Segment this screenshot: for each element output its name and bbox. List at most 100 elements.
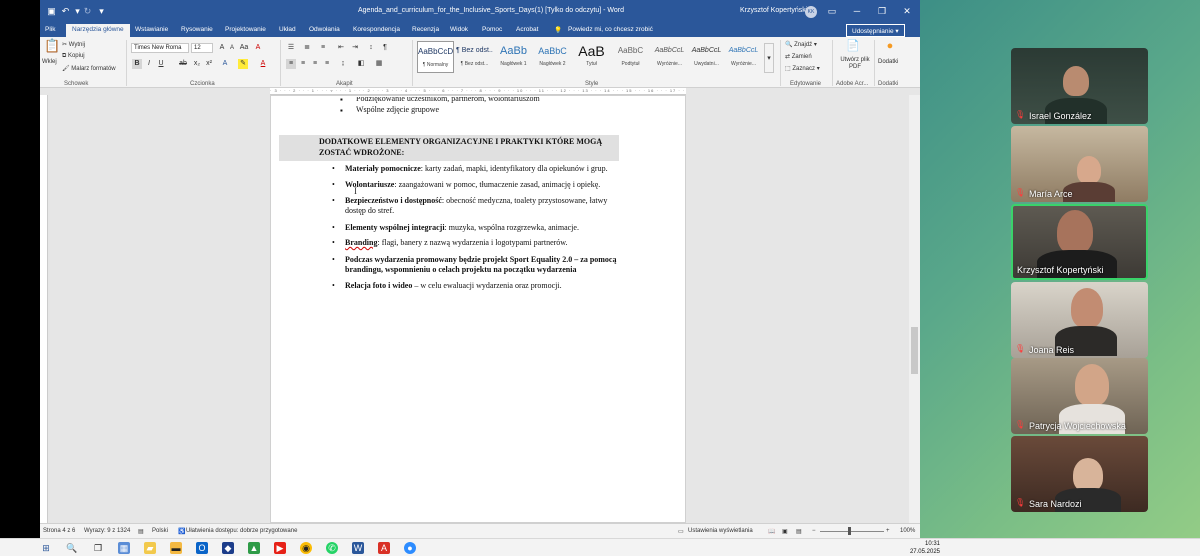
read-mode-icon[interactable]: 📖 bbox=[768, 528, 775, 535]
numbering-icon[interactable]: ≣ bbox=[302, 43, 312, 53]
align-right-icon[interactable]: ≡ bbox=[310, 59, 320, 69]
calculator-icon[interactable]: ▦ bbox=[118, 542, 130, 554]
chrome-icon[interactable]: ◉ bbox=[300, 542, 312, 554]
justify-icon[interactable]: ≡ bbox=[322, 59, 332, 69]
replace-button[interactable]: ⇄ Zamień bbox=[785, 53, 812, 60]
accessibility-status[interactable]: Ułatwienia dostępu: dobrze przygotowane bbox=[186, 528, 297, 534]
vertical-ruler[interactable] bbox=[40, 95, 48, 523]
system-clock[interactable]: 10:31 27.05.2025 bbox=[880, 540, 940, 556]
shrink-font-icon[interactable]: A bbox=[227, 43, 237, 53]
undo-icon[interactable]: ↶ bbox=[60, 6, 71, 17]
style-no-spacing[interactable]: ¶ Bez odst... ¶ Bez odst... bbox=[456, 41, 493, 73]
youtube-icon[interactable]: ▶ bbox=[274, 542, 286, 554]
style-title[interactable]: AaB Tytuł bbox=[573, 41, 610, 73]
display-settings[interactable]: Ustawienia wyświetlania bbox=[688, 528, 753, 534]
paste-icon[interactable]: 📋 bbox=[44, 39, 60, 57]
font-name-box[interactable]: Times New Roma bbox=[131, 43, 189, 53]
underline-icon[interactable]: U bbox=[156, 59, 166, 69]
language[interactable]: Polski bbox=[152, 528, 168, 534]
line-spacing-icon[interactable]: ↨ bbox=[338, 59, 348, 69]
participant-tile[interactable]: 🎙 Joana Reis bbox=[1011, 282, 1148, 358]
show-formatting-icon[interactable]: ¶ bbox=[380, 43, 390, 53]
style-heading-2[interactable]: AaBbC Nagłówek 2 bbox=[534, 41, 571, 73]
tab-help[interactable]: Pomoc bbox=[482, 26, 502, 33]
bold-icon[interactable]: B bbox=[132, 59, 142, 69]
participant-tile[interactable]: 🎙 Israel González bbox=[1011, 48, 1148, 124]
user-avatar[interactable]: KK bbox=[805, 6, 817, 18]
customize-qat-icon[interactable]: ▾ bbox=[96, 6, 107, 17]
zoom-in-icon[interactable]: + bbox=[886, 528, 890, 534]
tab-layout[interactable]: Układ bbox=[279, 26, 296, 33]
zoom-slider[interactable] bbox=[820, 531, 884, 532]
style-subtle-emphasis[interactable]: AaBbCcL Wyróżnie... bbox=[651, 41, 688, 73]
acrobat-icon[interactable]: A bbox=[378, 542, 390, 554]
participant-tile[interactable]: 🎙 Patrycja Wojciechowska bbox=[1011, 358, 1148, 434]
italic-icon[interactable]: I bbox=[144, 59, 154, 69]
paste-label[interactable]: Wklej bbox=[42, 59, 57, 65]
vertical-scrollbar[interactable] bbox=[909, 95, 920, 523]
tab-review[interactable]: Recenzja bbox=[412, 26, 439, 33]
folder-icon[interactable]: ▬ bbox=[170, 542, 182, 554]
outlook-icon[interactable]: O bbox=[196, 542, 208, 554]
tab-draw[interactable]: Rysowanie bbox=[181, 26, 213, 33]
style-emphasis[interactable]: AaBbCcL Uwydatni... bbox=[688, 41, 725, 73]
tab-references[interactable]: Odwołania bbox=[309, 26, 340, 33]
file-explorer-icon[interactable]: ▰ bbox=[144, 542, 156, 554]
addins-icon[interactable]: ● bbox=[883, 41, 897, 55]
zoom-level[interactable]: 100% bbox=[900, 528, 915, 534]
save-icon[interactable]: ▣ bbox=[46, 6, 57, 17]
highlight-icon[interactable]: ✎ bbox=[238, 59, 248, 69]
participant-tile[interactable]: 🎙 María Arce bbox=[1011, 126, 1148, 202]
redo-icon[interactable]: ↻ bbox=[82, 6, 93, 17]
minimize-button[interactable]: ─ bbox=[850, 5, 864, 17]
sort-icon[interactable]: ↕ bbox=[366, 43, 376, 53]
find-button[interactable]: 🔍 Znajdź ▾ bbox=[785, 41, 817, 48]
font-color-icon[interactable]: A bbox=[258, 59, 268, 69]
tab-view[interactable]: Widok bbox=[450, 26, 468, 33]
change-case-icon[interactable]: Aa bbox=[239, 43, 249, 53]
decrease-indent-icon[interactable]: ⇤ bbox=[336, 43, 346, 53]
close-button[interactable]: ✕ bbox=[900, 5, 914, 17]
style-intense-emphasis[interactable]: AaBbCcL Wyróżnie... bbox=[725, 41, 762, 73]
zoom-out-icon[interactable]: − bbox=[812, 528, 816, 534]
addins-label[interactable]: Dodatki bbox=[878, 59, 898, 65]
styles-more-icon[interactable]: ▾ bbox=[764, 43, 774, 73]
photos-icon[interactable]: ▲ bbox=[248, 542, 260, 554]
style-subtitle[interactable]: AaBbC Podtytuł bbox=[612, 41, 649, 73]
create-pdf-label[interactable]: Utwórz plik PDF bbox=[838, 57, 872, 71]
participant-tile[interactable]: 🎙 Sara Nardozi bbox=[1011, 436, 1148, 512]
style-normal[interactable]: AaBbCcD ¶ Normalny bbox=[417, 41, 454, 73]
align-left-icon[interactable]: ≡ bbox=[286, 59, 296, 69]
style-heading-1[interactable]: AaBb Nagłówek 1 bbox=[495, 41, 532, 73]
tab-insert[interactable]: Wstawianie bbox=[135, 26, 168, 33]
clear-formatting-icon[interactable]: A bbox=[253, 43, 263, 53]
tab-acrobat[interactable]: Acrobat bbox=[516, 26, 538, 33]
task-view-icon[interactable]: ❐ bbox=[92, 542, 104, 554]
word-count[interactable]: Wyrazy: 9 z 1324 bbox=[84, 528, 130, 534]
tab-design[interactable]: Projektowanie bbox=[225, 26, 266, 33]
windows-start-icon[interactable]: ⊞ bbox=[40, 542, 52, 554]
bullets-icon[interactable]: ☰ bbox=[286, 43, 296, 53]
format-painter-button[interactable]: 🖌 Malarz formatów bbox=[62, 65, 116, 72]
strikethrough-icon[interactable]: ab bbox=[178, 59, 188, 69]
app-icon[interactable]: ◆ bbox=[222, 542, 234, 554]
shading-icon[interactable]: ◧ bbox=[356, 59, 366, 69]
zoom-app-icon[interactable]: ● bbox=[404, 542, 416, 554]
scrollbar-thumb[interactable] bbox=[911, 327, 918, 374]
zoom-slider-thumb[interactable] bbox=[848, 527, 851, 535]
align-center-icon[interactable]: ≡ bbox=[298, 59, 308, 69]
whatsapp-icon[interactable]: ✆ bbox=[326, 542, 338, 554]
text-effects-icon[interactable]: A bbox=[220, 59, 230, 69]
web-layout-icon[interactable]: ▤ bbox=[796, 528, 802, 535]
cut-button[interactable]: ✂ Wytnij bbox=[62, 41, 85, 48]
maximize-button[interactable]: ❐ bbox=[875, 5, 889, 17]
page-count[interactable]: Strona 4 z 6 bbox=[43, 528, 75, 534]
tab-home[interactable]: Narzędzia główne bbox=[66, 24, 130, 37]
create-pdf-icon[interactable]: 📄 bbox=[846, 41, 860, 55]
borders-icon[interactable]: ▦ bbox=[374, 59, 384, 69]
print-layout-icon[interactable]: ▣ bbox=[782, 528, 788, 535]
select-button[interactable]: ⬚ Zaznacz ▾ bbox=[785, 65, 820, 72]
copy-button[interactable]: ⧉ Kopiuj bbox=[62, 53, 85, 60]
ribbon-display-icon[interactable]: ▭ bbox=[825, 5, 839, 17]
participant-tile-active[interactable]: Krzysztof Kopertyński bbox=[1011, 204, 1148, 280]
